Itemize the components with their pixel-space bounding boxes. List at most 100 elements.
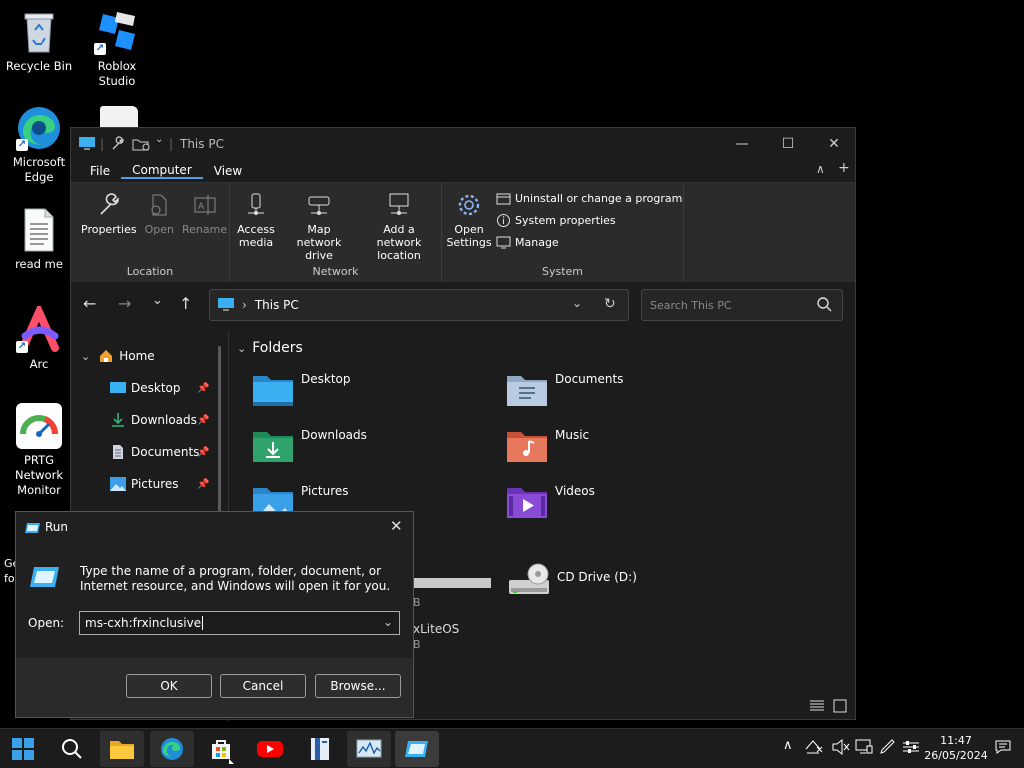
pin-icon[interactable]: 📌 — [197, 447, 209, 458]
desktop-icon-label: read me — [15, 257, 63, 271]
breadcrumb[interactable]: This PC — [255, 298, 299, 312]
volume-muted-icon[interactable] — [832, 738, 850, 759]
tab-computer[interactable]: Computer — [121, 163, 203, 179]
open-label: Open — [144, 223, 174, 236]
nav-item-desktop[interactable]: Desktop 📌 — [71, 372, 228, 404]
programs-icon — [496, 193, 511, 204]
wrench-icon[interactable] — [110, 136, 126, 155]
chevron-expand-icon[interactable]: ⌄ — [81, 350, 90, 363]
chevron-down-icon[interactable]: ⌄ — [155, 134, 163, 145]
run-dialog: Run ✕ Type the name of a program, folder… — [15, 511, 414, 718]
section-folders[interactable]: ⌄ Folders — [237, 340, 303, 356]
group-label-system: System — [541, 265, 584, 278]
nav-item-downloads[interactable]: Downloads 📌 — [71, 404, 228, 436]
refresh-icon[interactable]: ↻ — [604, 296, 616, 312]
cd-drive[interactable]: CD Drive (D:) — [507, 562, 637, 598]
large-icons-view-icon[interactable] — [833, 698, 847, 717]
search-button[interactable] — [50, 731, 94, 767]
taskbar-store[interactable] — [199, 731, 243, 767]
nav-label: Downloads — [131, 413, 197, 427]
run-command-input[interactable]: ms-cxh:frxinclusive ⌄ — [79, 611, 400, 635]
tab-view[interactable]: View — [203, 164, 253, 178]
system-properties-link[interactable]: System properties — [496, 209, 682, 231]
help-icon[interactable]: + — [838, 160, 850, 176]
close-icon[interactable]: ✕ — [390, 517, 403, 535]
shortcut-arrow-icon: ↗ — [16, 139, 28, 151]
separator: | — [100, 137, 105, 151]
run-title: Run — [45, 520, 69, 534]
show-hidden-icons-chevron-icon[interactable]: ∧ — [783, 738, 793, 753]
details-view-icon[interactable] — [809, 698, 825, 717]
separator: | — [169, 137, 174, 151]
uninstall-program-link[interactable]: Uninstall or change a program — [496, 187, 682, 209]
desktop-icon-recycle-bin[interactable]: Recycle Bin — [1, 8, 77, 74]
clock-date: 26/05/2024 — [924, 749, 988, 762]
desktop-icon-label: Microsoft Edge — [12, 155, 66, 184]
display-icon[interactable] — [855, 739, 873, 759]
folder-downloads[interactable]: Downloads — [251, 428, 367, 464]
pin-icon[interactable]: 📌 — [197, 479, 209, 490]
cancel-button[interactable]: Cancel — [220, 674, 306, 698]
folder-documents[interactable]: Documents — [505, 372, 623, 408]
rename-label: Rename — [181, 223, 228, 236]
folder-desktop[interactable]: Desktop — [251, 372, 351, 408]
section-title: Folders — [252, 340, 303, 356]
nav-item-pictures[interactable]: Pictures 📌 — [71, 468, 228, 500]
up-arrow-icon[interactable]: ↑ — [179, 294, 192, 313]
forward-arrow-icon[interactable]: → — [118, 294, 131, 313]
gear-icon — [455, 187, 483, 223]
taskbar-reader-app[interactable] — [298, 731, 342, 767]
manage-link[interactable]: Manage — [496, 231, 682, 253]
browse-button[interactable]: Browse... — [315, 674, 401, 698]
run-large-icon — [30, 564, 60, 594]
run-titlebar[interactable]: Run ✕ — [16, 512, 413, 542]
maximize-button[interactable]: ☐ — [765, 128, 811, 160]
folder-videos[interactable]: Videos — [505, 484, 595, 520]
desktop-icon-prtg[interactable]: PRTG Network Monitor — [1, 402, 77, 498]
system-properties-label: System properties — [515, 213, 616, 227]
settings-sliders-icon[interactable] — [902, 739, 920, 759]
nav-item-documents[interactable]: Documents 📌 — [71, 436, 228, 468]
folder-music[interactable]: Music — [505, 428, 589, 464]
explorer-titlebar[interactable]: | ⌄ | This PC — ☐ ✕ — [71, 128, 855, 160]
close-button[interactable]: ✕ — [811, 128, 857, 160]
network-disconnected-icon[interactable] — [805, 739, 823, 759]
search-icon — [62, 739, 82, 759]
desktop-icon-label: PRTG Network Monitor — [14, 453, 64, 497]
desktop-icon-arc[interactable]: ↗ Arc — [1, 302, 77, 372]
minimize-button[interactable]: — — [719, 128, 765, 160]
access-media-label: Access media — [237, 223, 275, 249]
desktop-icon-microsoft-edge[interactable]: ↗ Microsoft Edge — [1, 104, 77, 185]
drive-name-fragment[interactable]: xLiteOS — [413, 622, 459, 636]
pin-icon[interactable]: 📌 — [197, 415, 209, 426]
desktop-icon-roblox-studio[interactable]: ↗ Roblox Studio — [79, 8, 155, 89]
nav-item-home[interactable]: ⌄ Home — [71, 340, 228, 372]
chevron-expand-icon[interactable]: ⌄ — [237, 342, 246, 355]
taskbar-file-explorer[interactable] — [100, 731, 144, 767]
taskbar-monitor-app[interactable] — [347, 731, 391, 767]
start-button[interactable] — [1, 731, 45, 767]
tab-file[interactable]: File — [79, 164, 121, 178]
window-title: This PC — [180, 137, 224, 151]
search-icon[interactable] — [817, 297, 832, 315]
search-input[interactable]: Search This PC — [641, 289, 843, 321]
microsoft-store-icon — [212, 740, 230, 759]
address-bar[interactable]: › This PC ⌄ ↻ — [209, 289, 629, 321]
map-network-drive-label: Map network drive — [296, 223, 342, 262]
ok-button[interactable]: OK — [126, 674, 212, 698]
recent-locations-chevron-icon[interactable]: ⌄ — [152, 293, 163, 308]
pen-icon[interactable] — [879, 739, 897, 759]
taskbar-run[interactable] — [395, 731, 439, 767]
desktop: Recycle Bin ↗ Roblox Studio ↗ Microsoft … — [0, 0, 1024, 728]
clock[interactable]: 11:47 26/05/2024 — [924, 733, 988, 763]
address-dropdown-icon[interactable]: ⌄ — [572, 296, 582, 310]
taskbar-edge[interactable] — [150, 731, 194, 767]
dropdown-chevron-icon[interactable]: ⌄ — [383, 615, 393, 629]
collapse-ribbon-icon[interactable]: ∧ — [816, 162, 825, 176]
taskbar-youtube[interactable] — [248, 731, 292, 767]
notification-icon[interactable] — [995, 739, 1011, 759]
back-arrow-icon[interactable]: ← — [83, 294, 96, 313]
desktop-icon-read-me[interactable]: read me — [1, 206, 77, 272]
pin-icon[interactable]: 📌 — [197, 383, 209, 394]
new-folder-icon[interactable] — [132, 136, 150, 155]
